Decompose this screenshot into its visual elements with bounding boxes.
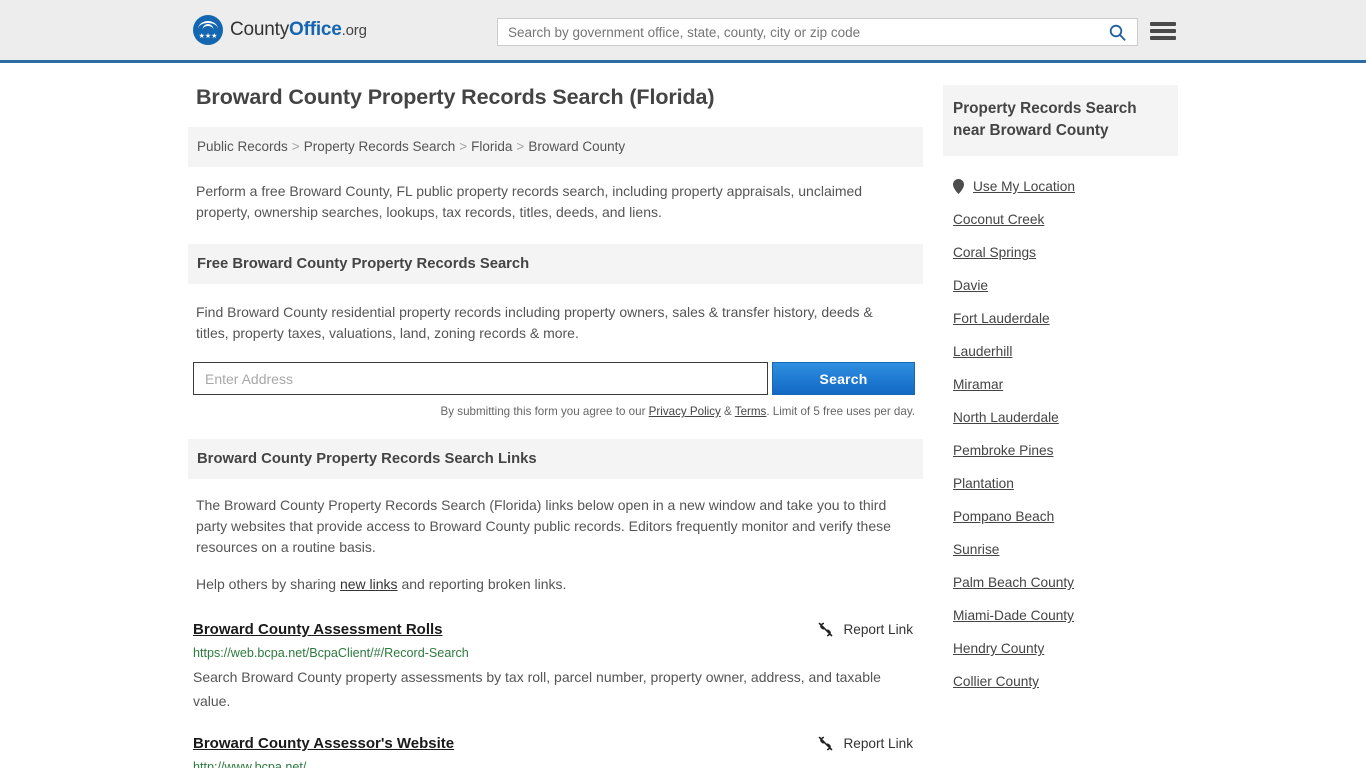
page-title: Broward County Property Records Search (… [196, 85, 923, 110]
report-link-button[interactable]: Report Link [817, 621, 913, 638]
sidebar-item-label[interactable]: Coral Springs [953, 245, 1036, 260]
site-logo[interactable]: ★★★ CountyOffice.org [193, 15, 367, 45]
broken-link-icon [817, 621, 834, 638]
sidebar: Property Records Search near Broward Cou… [943, 85, 1178, 698]
privacy-policy-link[interactable]: Privacy Policy [649, 405, 721, 418]
search-input[interactable] [498, 19, 1097, 45]
broken-link-icon [817, 735, 834, 752]
terms-link[interactable]: Terms [735, 405, 767, 418]
hamburger-menu-icon[interactable] [1150, 20, 1176, 42]
sidebar-item-label[interactable]: North Lauderdale [953, 410, 1059, 425]
page-body: Broward County Property Records Search (… [0, 63, 1366, 768]
breadcrumb-separator: > [516, 139, 524, 154]
sidebar-item-sunrise[interactable]: Sunrise [943, 533, 1178, 566]
sidebar-item-coral-springs[interactable]: Coral Springs [943, 236, 1178, 269]
help-text-pre: Help others by sharing [196, 576, 340, 592]
links-section-heading: Broward County Property Records Search L… [188, 439, 923, 479]
address-input[interactable] [193, 362, 768, 395]
sidebar-heading: Property Records Search near Broward Cou… [943, 85, 1178, 156]
search-icon-glyph [1109, 24, 1126, 41]
sidebar-item-lauderhill[interactable]: Lauderhill [943, 335, 1178, 368]
header-search-box [497, 18, 1138, 46]
sidebar-item-label[interactable]: Use My Location [973, 179, 1075, 194]
site-header: ★★★ CountyOffice.org [0, 0, 1366, 63]
sidebar-item-label[interactable]: Coconut Creek [953, 212, 1044, 227]
report-link-button[interactable]: Report Link [817, 735, 913, 752]
sidebar-item-fort-lauderdale[interactable]: Fort Lauderdale [943, 302, 1178, 335]
breadcrumb-item-public-records[interactable]: Public Records [197, 139, 288, 154]
record-link-url: http://www.bcpa.net/ [193, 760, 913, 768]
search-button[interactable]: Search [772, 362, 915, 395]
sidebar-item-label[interactable]: Davie [953, 278, 988, 293]
sidebar-item-plantation[interactable]: Plantation [943, 467, 1178, 500]
disclaimer-text-pre: By submitting this form you agree to our [441, 405, 649, 418]
sidebar-item-north-lauderdale[interactable]: North Lauderdale [943, 401, 1178, 434]
disclaimer-text-post: . Limit of 5 free uses per day. [766, 405, 915, 418]
new-links-link[interactable]: new links [340, 576, 398, 592]
report-link-label: Report Link [843, 622, 913, 637]
sidebar-item-pompano-beach[interactable]: Pompano Beach [943, 500, 1178, 533]
sidebar-item-davie[interactable]: Davie [943, 269, 1178, 302]
sidebar-item-label[interactable]: Collier County [953, 674, 1039, 689]
disclaimer-amp: & [721, 405, 735, 418]
main-content: Broward County Property Records Search (… [188, 85, 923, 768]
hamburger-bar-1 [1150, 22, 1176, 26]
help-text-post: and reporting broken links. [398, 576, 567, 592]
breadcrumb-separator: > [292, 139, 300, 154]
sidebar-item-label[interactable]: Plantation [953, 476, 1014, 491]
record-link-description: Search Broward County property assessmen… [193, 665, 903, 713]
sidebar-item-hendry-county[interactable]: Hendry County [943, 632, 1178, 665]
sidebar-item-label[interactable]: Sunrise [953, 542, 999, 557]
breadcrumb-separator: > [459, 139, 467, 154]
map-pin-icon [953, 179, 964, 194]
sidebar-item-label[interactable]: Pompano Beach [953, 509, 1054, 524]
sidebar-item-collier-county[interactable]: Collier County [943, 665, 1178, 698]
sidebar-item-coconut-creek[interactable]: Coconut Creek [943, 203, 1178, 236]
address-search-form: Search [193, 362, 923, 395]
sidebar-item-miramar[interactable]: Miramar [943, 368, 1178, 401]
record-link-title[interactable]: Broward County Assessment Rolls [193, 621, 443, 638]
brand-wordmark: CountyOffice.org [230, 19, 367, 41]
sidebar-list: Use My Location Coconut Creek Coral Spri… [943, 170, 1178, 698]
sidebar-item-label[interactable]: Fort Lauderdale [953, 311, 1050, 326]
hamburger-bar-2 [1150, 29, 1176, 33]
list-item: Broward County Assessment Rolls Report L… [193, 621, 913, 713]
brand-text-tld: .org [342, 22, 367, 39]
sidebar-item-use-my-location[interactable]: Use My Location [943, 170, 1178, 203]
sidebar-item-miami-dade-county[interactable]: Miami-Dade County [943, 599, 1178, 632]
breadcrumb-item-property-records-search[interactable]: Property Records Search [304, 139, 456, 154]
list-item: Broward County Assessor's Website Report… [193, 735, 913, 768]
breadcrumb-item-florida[interactable]: Florida [471, 139, 512, 154]
free-search-description: Find Broward County residential property… [196, 302, 886, 344]
intro-paragraph: Perform a free Broward County, FL public… [196, 181, 896, 223]
sidebar-item-label[interactable]: Palm Beach County [953, 575, 1074, 590]
report-link-label: Report Link [843, 736, 913, 751]
sidebar-item-label[interactable]: Lauderhill [953, 344, 1012, 359]
sidebar-item-pembroke-pines[interactable]: Pembroke Pines [943, 434, 1178, 467]
hamburger-bar-3 [1150, 36, 1176, 40]
sidebar-item-label[interactable]: Miami-Dade County [953, 608, 1074, 623]
sidebar-item-palm-beach-county[interactable]: Palm Beach County [943, 566, 1178, 599]
eagle-shield-icon: ★★★ [193, 15, 223, 45]
sidebar-item-label[interactable]: Miramar [953, 377, 1003, 392]
free-search-heading: Free Broward County Property Records Sea… [188, 244, 923, 284]
record-link-url: https://web.bcpa.net/BcpaClient/#/Record… [193, 646, 913, 660]
form-disclaimer: By submitting this form you agree to our… [188, 405, 915, 418]
brand-text-county: County [230, 19, 289, 40]
brand-text-office: Office [289, 19, 342, 40]
links-section-paragraph: The Broward County Property Records Sear… [196, 495, 916, 558]
sidebar-item-label[interactable]: Hendry County [953, 641, 1044, 656]
sidebar-item-label[interactable]: Pembroke Pines [953, 443, 1053, 458]
help-others-line: Help others by sharing new links and rep… [196, 574, 896, 595]
record-link-title[interactable]: Broward County Assessor's Website [193, 735, 454, 752]
breadcrumb-item-broward-county[interactable]: Broward County [528, 139, 625, 154]
breadcrumb: Public Records>Property Records Search>F… [188, 127, 923, 167]
search-icon[interactable] [1097, 19, 1137, 45]
